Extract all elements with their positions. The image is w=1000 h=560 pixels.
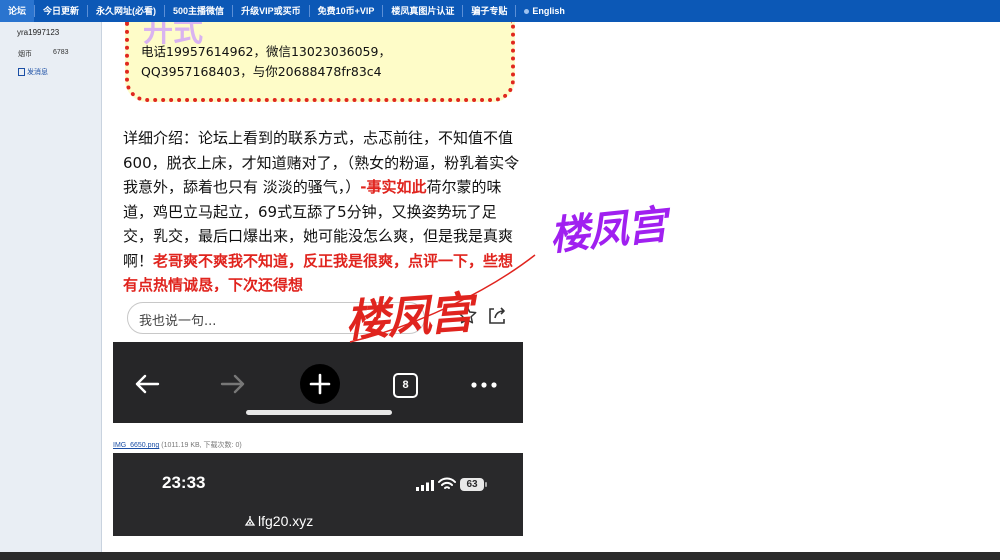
watermark-red: 楼凤宫	[343, 287, 473, 348]
nav-item-english-label: English	[532, 6, 565, 16]
nav-item-500-streamers[interactable]: 500主播微信	[165, 0, 232, 22]
plus-icon	[309, 373, 331, 395]
url-display: lfg20.xyz	[244, 513, 313, 529]
site-info-icon	[244, 516, 256, 526]
home-indicator	[246, 410, 392, 415]
top-nav: 论坛 今日更新 永久网址(必看) 500主播微信 升级VIP或买币 免费10币+…	[0, 0, 1000, 22]
send-message-link[interactable]: 发消息	[18, 67, 48, 77]
coin-label: 烟币	[18, 51, 32, 58]
send-message-label: 发消息	[27, 69, 48, 76]
attachment-filename-link[interactable]: IMG_6650.png	[113, 442, 159, 449]
status-time: 23:33	[162, 473, 206, 492]
tabs-counter-button[interactable]: 8	[393, 373, 418, 398]
message-icon	[18, 68, 25, 77]
attachment-meta: (1011.19 KB, 下载次数: 0)	[161, 442, 242, 449]
browser-toolbar: 8	[113, 342, 523, 423]
bottom-taskbar-edge	[0, 552, 1000, 560]
nav-item-today-updates[interactable]: 今日更新	[35, 0, 87, 22]
signal-bars-icon	[416, 480, 434, 491]
nav-item-forum[interactable]: 论坛	[0, 0, 35, 22]
new-tab-button[interactable]	[300, 364, 340, 404]
username-link[interactable]: yra1997123	[17, 28, 59, 37]
nav-item-free-coins[interactable]: 免费10币+VIP	[310, 0, 383, 22]
attachment-info: IMG_6650.png (1011.19 KB, 下载次数: 0)	[113, 440, 242, 450]
phone-screenshot-status: 23:33 63 lfg20.xyz	[113, 453, 523, 536]
contact-info-text: 电话19957614962，微信13023036059，QQ3957168403…	[141, 44, 391, 79]
battery-level: 63	[460, 478, 484, 491]
battery-nub	[485, 482, 487, 487]
nav-item-permanent-url[interactable]: 永久网址(必看)	[88, 0, 164, 22]
article-highlight-1: -事实如此	[360, 178, 427, 196]
coin-value: 6783	[53, 49, 69, 56]
watermark-purple: 楼凤宫	[547, 201, 669, 260]
contact-notice-box: 开式 电话19957614962，微信13023036059，QQ3957168…	[125, 22, 515, 102]
comment-placeholder: 我也说一句...	[139, 314, 217, 329]
nav-item-english[interactable]: English	[516, 0, 573, 22]
wifi-icon	[438, 477, 456, 489]
more-dots-icon[interactable]	[470, 381, 498, 389]
forward-arrow-icon[interactable]	[219, 373, 247, 395]
post-content: 开式 电话19957614962，微信13023036059，QQ3957168…	[102, 22, 1000, 560]
nav-item-upgrade-vip[interactable]: 升级VIP或买币	[233, 0, 309, 22]
nav-item-photo-verify[interactable]: 楼凤真图片认证	[383, 0, 462, 22]
user-sidebar: yra1997123 烟币 6783 发消息	[0, 22, 102, 560]
coin-stat: 烟币 6783	[18, 49, 69, 59]
globe-dot-icon	[524, 9, 530, 15]
url-text: lfg20.xyz	[258, 513, 314, 529]
nav-item-scam-posts[interactable]: 骗子专贴	[463, 0, 515, 22]
back-arrow-icon[interactable]	[133, 373, 161, 395]
